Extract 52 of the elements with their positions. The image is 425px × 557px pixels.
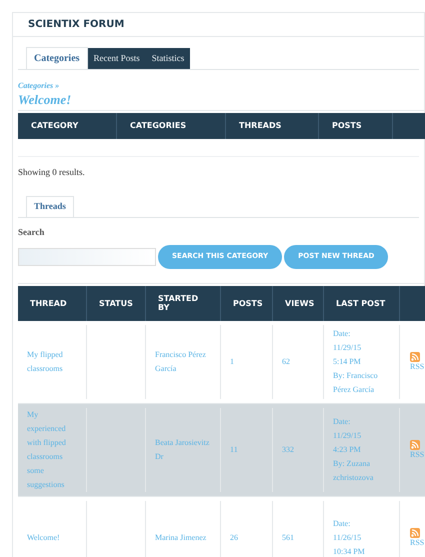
- breadcrumb-link[interactable]: Categories »: [18, 80, 419, 92]
- last-post-text: By: Zuzana zchristozova: [333, 458, 374, 484]
- last-post-text: 10:34 PM: [333, 546, 365, 557]
- column-header: VIEWS: [285, 298, 314, 308]
- last-post-text: By: Francisco Pérez García: [333, 370, 379, 396]
- thread-link[interactable]: My experienced with flipped classrooms some suggestions: [27, 408, 77, 492]
- author-link[interactable]: Marina Jimenez: [155, 530, 206, 544]
- last-post-text: 4:23 PM: [333, 444, 361, 456]
- author-link[interactable]: Francisco Pérez García: [155, 348, 211, 376]
- views-count: 62: [282, 356, 290, 368]
- thread-row[interactable]: Welcome! Marina Jimenez 26 561 Date: 11/26/15 10:34 PM RSS: [18, 496, 425, 557]
- tab[interactable]: Statistics: [146, 48, 190, 69]
- column-header: STATUS: [99, 298, 133, 308]
- results-count: Showing 0 results.: [18, 167, 85, 177]
- last-post-text: 5:14 PM: [333, 356, 361, 368]
- column-header: STARTED BY: [158, 294, 200, 312]
- thread-link[interactable]: Welcome!: [27, 530, 60, 544]
- column-header: CATEGORIES: [130, 120, 186, 132]
- author-link[interactable]: Beata Jarosievitz Dr: [155, 436, 211, 464]
- rss-link[interactable]: RSS: [410, 450, 424, 460]
- column-header: LAST POST: [336, 298, 386, 308]
- views-count: 332: [282, 444, 294, 456]
- last-post-text: 11/29/15: [333, 430, 362, 442]
- posts-count: 11: [230, 444, 238, 456]
- thread-row[interactable]: My flipped classrooms Francisco Pérez García 1 62 Date: 11/29/15 5:14 PM By: Francisco Pérez García RSS: [18, 320, 425, 404]
- category-heading: Welcome!: [18, 92, 72, 108]
- rss-icon: [410, 528, 420, 538]
- rss-icon: [410, 352, 420, 362]
- search-field[interactable]: [18, 248, 156, 266]
- column-header: THREADS: [239, 120, 282, 132]
- views-count: 561: [282, 532, 294, 544]
- forum-title: SCIENTIX FORUM: [28, 18, 124, 32]
- column-header: POSTS: [233, 298, 263, 308]
- thread-link[interactable]: My flipped classrooms: [27, 348, 77, 376]
- posts-count: 26: [230, 532, 238, 544]
- tab[interactable]: Recent Posts: [88, 48, 146, 69]
- tab[interactable]: Categories: [26, 47, 88, 69]
- column-header: THREAD: [30, 298, 67, 308]
- last-post-text: 11/29/15: [333, 342, 362, 354]
- last-post-text: Date:: [333, 416, 350, 428]
- thread-row[interactable]: My experienced with flipped classrooms some suggestions Beata Jarosievitz Dr 11 332 Date: 11/29/15 4:23 PM By: Zuzana zchristozova RSS: [18, 404, 425, 496]
- last-post-text: 11/26/15: [333, 532, 362, 544]
- last-post-text: Date:: [333, 518, 350, 530]
- last-post-text: Date:: [333, 328, 350, 340]
- rss-icon: [410, 440, 420, 450]
- rss-link[interactable]: RSS: [410, 362, 424, 372]
- rss-link[interactable]: RSS: [410, 538, 424, 548]
- posts-count: 1: [230, 356, 234, 368]
- column-header: POSTS: [332, 120, 362, 132]
- search-label: Search: [18, 226, 46, 239]
- column-header: CATEGORY: [31, 120, 78, 132]
- tab[interactable]: Threads: [26, 196, 74, 217]
